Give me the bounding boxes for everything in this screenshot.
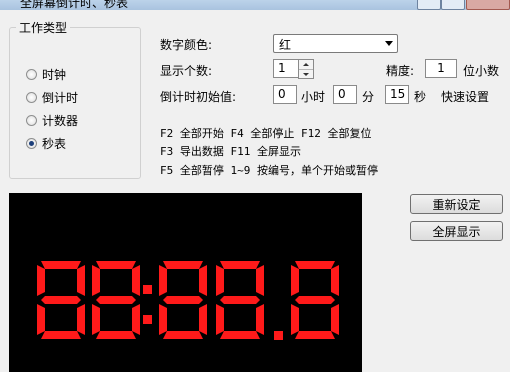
digit-5-segment-a: [295, 261, 335, 269]
seconds-unit: 秒: [414, 90, 427, 104]
hours-unit: 小时: [301, 90, 326, 104]
digit-1-segment-c: [77, 304, 85, 335]
digit-5-segment-b: [331, 265, 339, 296]
fullscreen-button[interactable]: 全屏显示: [410, 221, 503, 241]
close-button[interactable]: [466, 0, 510, 10]
maximize-button[interactable]: [441, 0, 465, 10]
digit-2-segment-g: [96, 296, 136, 304]
digit-5-segment-c: [331, 304, 339, 335]
spin-down-icon[interactable]: [299, 69, 313, 79]
digit-5-segment-d: [295, 331, 335, 339]
digit-2-segment-c: [132, 304, 140, 335]
digit-1-segment-b: [77, 265, 85, 296]
quick-settings-link[interactable]: 快速设置: [441, 88, 489, 105]
digit-3-segment-e: [159, 304, 167, 335]
hours-input[interactable]: 0: [273, 85, 297, 104]
colon-dot-2: [143, 315, 152, 324]
digit-5-segment-f: [291, 265, 299, 296]
radio-stopwatch[interactable]: 秒表: [26, 135, 66, 151]
digit-4-segment-f: [216, 265, 224, 296]
radio-label: 计数器: [42, 113, 79, 128]
digit-2-segment-b: [132, 265, 140, 296]
digit-2-segment-e: [92, 304, 100, 335]
digit-3-segment-b: [199, 265, 207, 296]
digit-5-segment-e: [291, 304, 299, 335]
decimal-point: [274, 331, 283, 340]
precision-label: 精度:: [386, 64, 415, 78]
digit-4-segment-b: [256, 265, 264, 296]
digit-color-select[interactable]: 红: [273, 34, 398, 53]
display-count-label: 显示个数:: [160, 64, 213, 78]
radio-label: 倒计时: [42, 90, 79, 105]
digit-color-label: 数字颜色:: [160, 38, 213, 52]
digit-4-segment-c: [256, 304, 264, 335]
digit-3-segment-f: [159, 265, 167, 296]
colon-dot-1: [143, 285, 152, 294]
precision-unit: 位小数: [463, 64, 500, 78]
window-title: 全屏幕倒计时、秒表: [20, 0, 129, 10]
display-count-spinner[interactable]: [298, 59, 314, 79]
radio-label: 秒表: [42, 136, 67, 151]
chevron-down-icon[interactable]: [385, 41, 393, 46]
digit-4-segment-e: [216, 304, 224, 335]
radio-countdown[interactable]: 倒计时: [26, 89, 78, 105]
digit-2-segment-f: [92, 265, 100, 296]
radio-circle[interactable]: [26, 137, 37, 149]
digit-1-segment-a: [41, 261, 81, 269]
seven-segment-readout: [37, 261, 339, 340]
shortcut-line-1: F2 全部开始 F4 全部停止 F12 全部复位: [160, 127, 372, 140]
minutes-input[interactable]: 0: [333, 85, 357, 104]
minimize-button[interactable]: [417, 0, 441, 10]
shortcut-line-2: F3 导出数据 F11 全屏显示: [160, 145, 301, 158]
precision-input[interactable]: 1: [425, 59, 457, 78]
digit-color-value: 红: [279, 38, 292, 52]
digit-1-segment-g: [41, 296, 81, 304]
digit-5-segment-g: [295, 296, 335, 304]
radio-circle[interactable]: [26, 114, 37, 126]
minutes-unit: 分: [362, 90, 375, 104]
digit-4-segment-d: [220, 331, 260, 339]
digit-4-segment-a: [220, 261, 260, 269]
digit-1-segment-f: [37, 265, 45, 296]
radio-counter[interactable]: 计数器: [26, 112, 78, 128]
digit-1-segment-d: [41, 331, 81, 339]
digit-3-segment-d: [163, 331, 203, 339]
seconds-input[interactable]: 15: [385, 85, 409, 104]
radio-circle[interactable]: [26, 91, 37, 103]
display-count-input[interactable]: 1: [273, 59, 299, 78]
reset-settings-button[interactable]: 重新设定: [410, 194, 503, 214]
countdown-initial-label: 倒计时初始值:: [160, 90, 237, 104]
digit-4-segment-g: [220, 296, 260, 304]
radio-clock[interactable]: 时钟: [26, 66, 66, 82]
spin-up-icon[interactable]: [299, 60, 313, 69]
radio-circle[interactable]: [26, 68, 37, 80]
title-bar: 全屏幕倒计时、秒表: [0, 0, 510, 10]
work-type-legend: 工作类型: [16, 19, 71, 36]
digit-3-segment-a: [163, 261, 203, 269]
shortcut-line-3: F5 全部暂停 1~9 按编号，单个开始或暂停: [160, 164, 378, 177]
digit-3-segment-c: [199, 304, 207, 335]
digit-3-segment-g: [163, 296, 203, 304]
digit-2-segment-a: [96, 261, 136, 269]
radio-label: 时钟: [42, 67, 67, 82]
stopwatch-display: [9, 193, 362, 372]
digit-2-segment-d: [96, 331, 136, 339]
digit-1-segment-e: [37, 304, 45, 335]
